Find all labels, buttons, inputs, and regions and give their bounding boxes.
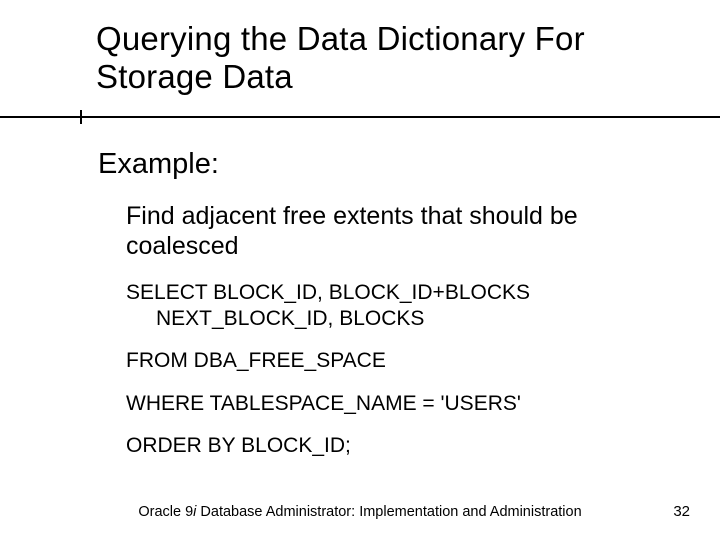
sql-select: SELECT BLOCK_ID, BLOCK_ID+BLOCKS NEXT_BL… (126, 280, 660, 333)
rule-tick (80, 110, 82, 124)
footer: Oracle 9i Database Administrator: Implem… (0, 504, 720, 520)
slide-title: Querying the Data Dictionary For Storage… (96, 20, 720, 96)
slide: Querying the Data Dictionary For Storage… (0, 0, 720, 540)
description-paragraph: Find adjacent free extents that should b… (126, 201, 660, 262)
footer-text: Oracle 9i Database Administrator: Implem… (138, 504, 581, 520)
title-line-1: Querying the Data Dictionary For (96, 20, 585, 57)
body: Example: Find adjacent free extents that… (0, 124, 720, 459)
sql-select-line1: SELECT BLOCK_ID, BLOCK_ID+BLOCKS (126, 281, 530, 304)
sql-select-line2: NEXT_BLOCK_ID, BLOCKS (126, 306, 660, 332)
page-number: 32 (673, 503, 690, 520)
footer-rest: Database Administrator: Implementation a… (196, 504, 581, 520)
horizontal-rule (0, 116, 720, 118)
sql-order: ORDER BY BLOCK_ID; (126, 433, 660, 459)
sql-from: FROM DBA_FREE_SPACE (126, 348, 660, 374)
footer-prefix: Oracle 9 (138, 504, 193, 520)
title-block: Querying the Data Dictionary For Storage… (0, 0, 720, 96)
sql-where: WHERE TABLESPACE_NAME = 'USERS' (126, 391, 660, 417)
title-line-2: Storage Data (96, 58, 293, 95)
title-rule (0, 110, 720, 124)
example-heading: Example: (98, 148, 660, 181)
